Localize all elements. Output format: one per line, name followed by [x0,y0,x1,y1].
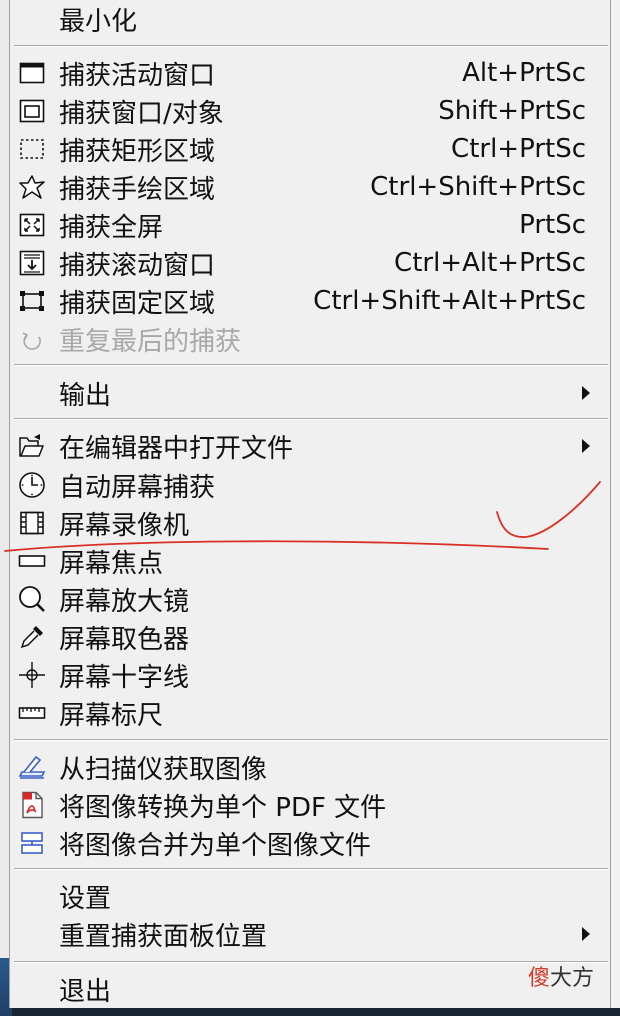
menu-item-shortcut: Ctrl+PrtSc [451,134,586,164]
menu-item-label: 屏幕放大镜 [59,586,190,617]
clock-icon [18,472,46,498]
menu-item-label: 屏幕标尺 [59,700,164,731]
menu-item-minimize[interactable]: 最小化 [10,0,610,38]
menu-item-crosshair[interactable]: 屏幕十字线 [10,656,610,694]
menu-item-output[interactable]: 输出 [10,374,610,412]
menu-item-shortcut: Ctrl+Alt+PrtSc [394,248,586,278]
menu-item-merge-images[interactable]: 将图像合并为单个图像文件 [10,824,610,862]
menu-item-label: 捕获活动窗口 [59,60,216,91]
dashed-rectangle-icon [18,136,46,162]
watermark: 傻大方 [528,960,594,992]
separator [14,45,608,47]
menu-item-label: 在编辑器中打开文件 [59,433,294,464]
separator [14,868,608,870]
separator [14,418,608,420]
crosshair-icon [18,662,46,688]
menu-item-label: 重复最后的捕获 [59,326,242,357]
menu-item-color-picker[interactable]: 屏幕取色器 [10,618,610,656]
magnifier-icon [18,586,46,612]
submenu-arrow-icon [582,386,590,400]
scroll-window-icon [18,250,46,276]
submenu-arrow-icon [582,439,590,453]
menu-item-reset-panel-position[interactable]: 重置捕获面板位置 [10,915,610,953]
menu-item-label: 捕获滚动窗口 [59,250,216,281]
ruler-icon [18,700,46,726]
taskbar-strip [12,1008,620,1016]
context-menu: 最小化 捕获活动窗口 Alt+PrtSc 捕获窗口/对象 Shift+PrtSc… [9,0,611,1008]
menu-item-exit[interactable]: 退出 [10,970,610,1008]
menu-item-label: 将图像合并为单个图像文件 [59,830,372,861]
open-folder-icon [18,433,46,459]
menu-item-screen-focus[interactable]: 屏幕焦点 [10,542,610,580]
pdf-icon [18,791,46,819]
menu-item-label: 屏幕取色器 [59,624,190,655]
menu-item-scanner[interactable]: 从扫描仪获取图像 [10,748,610,786]
menu-item-shortcut: Ctrl+Shift+Alt+PrtSc [313,286,586,316]
fixed-region-icon [18,288,46,314]
menu-item-label: 输出 [59,380,112,411]
menu-item-label: 捕获手绘区域 [59,174,216,205]
menu-item-screen-recorder[interactable]: 屏幕录像机 [10,504,610,542]
menu-item-label: 最小化 [59,6,138,37]
scanner-icon [18,754,46,780]
menu-item-capture-active-window[interactable]: 捕获活动窗口 Alt+PrtSc [10,54,610,92]
merge-images-icon [18,830,46,856]
menu-item-label: 捕获全屏 [59,212,164,243]
menu-item-capture-rectangle[interactable]: 捕获矩形区域 Ctrl+PrtSc [10,130,610,168]
watermark-part1: 傻 [528,966,551,991]
menu-item-label: 屏幕十字线 [59,662,190,693]
menu-item-label: 屏幕焦点 [59,548,164,579]
menu-item-shortcut: Ctrl+Shift+PrtSc [370,172,586,202]
film-icon [18,510,46,536]
focus-bar-icon [18,548,46,574]
menu-item-capture-freehand[interactable]: 捕获手绘区域 Ctrl+Shift+PrtSc [10,168,610,206]
menu-item-label: 从扫描仪获取图像 [59,754,268,785]
menu-item-settings[interactable]: 设置 [10,877,610,915]
menu-item-label: 捕获矩形区域 [59,136,216,167]
menu-item-label: 设置 [59,883,112,914]
menu-item-label: 退出 [59,976,112,1007]
watermark-part2: 大方 [550,966,595,991]
menu-item-label: 重置捕获面板位置 [59,921,268,952]
separator [14,364,608,366]
window-icon [18,60,46,86]
menu-item-auto-capture[interactable]: 自动屏幕捕获 [10,466,610,504]
window-object-icon [18,98,46,124]
menu-item-screen-ruler[interactable]: 屏幕标尺 [10,694,610,732]
menu-item-capture-fixed-region[interactable]: 捕获固定区域 Ctrl+Shift+Alt+PrtSc [10,282,610,320]
menu-item-label: 屏幕录像机 [59,510,190,541]
menu-item-label: 捕获窗口/对象 [59,98,224,129]
freehand-star-icon [18,174,46,200]
menu-item-screen-magnifier[interactable]: 屏幕放大镜 [10,580,610,618]
menu-item-label: 将图像转换为单个 PDF 文件 [59,792,387,823]
eyedropper-icon [18,624,46,650]
submenu-arrow-icon [582,927,590,941]
menu-item-label: 自动屏幕捕获 [59,472,216,503]
fullscreen-icon [18,212,46,238]
menu-item-open-in-editor[interactable]: 在编辑器中打开文件 [10,427,610,465]
repeat-icon [18,326,46,352]
menu-item-convert-to-pdf[interactable]: 将图像转换为单个 PDF 文件 [10,786,610,824]
separator [14,739,608,741]
menu-item-capture-scroll-window[interactable]: 捕获滚动窗口 Ctrl+Alt+PrtSc [10,244,610,282]
menu-item-capture-window-object[interactable]: 捕获窗口/对象 Shift+PrtSc [10,92,610,130]
menu-item-repeat-last-capture: 重复最后的捕获 [10,320,610,358]
menu-item-shortcut: PrtSc [519,210,586,240]
menu-item-shortcut: Shift+PrtSc [438,96,586,126]
menu-item-label: 捕获固定区域 [59,288,216,319]
menu-item-capture-fullscreen[interactable]: 捕获全屏 PrtSc [10,206,610,244]
separator [14,961,608,963]
menu-item-shortcut: Alt+PrtSc [462,58,586,88]
